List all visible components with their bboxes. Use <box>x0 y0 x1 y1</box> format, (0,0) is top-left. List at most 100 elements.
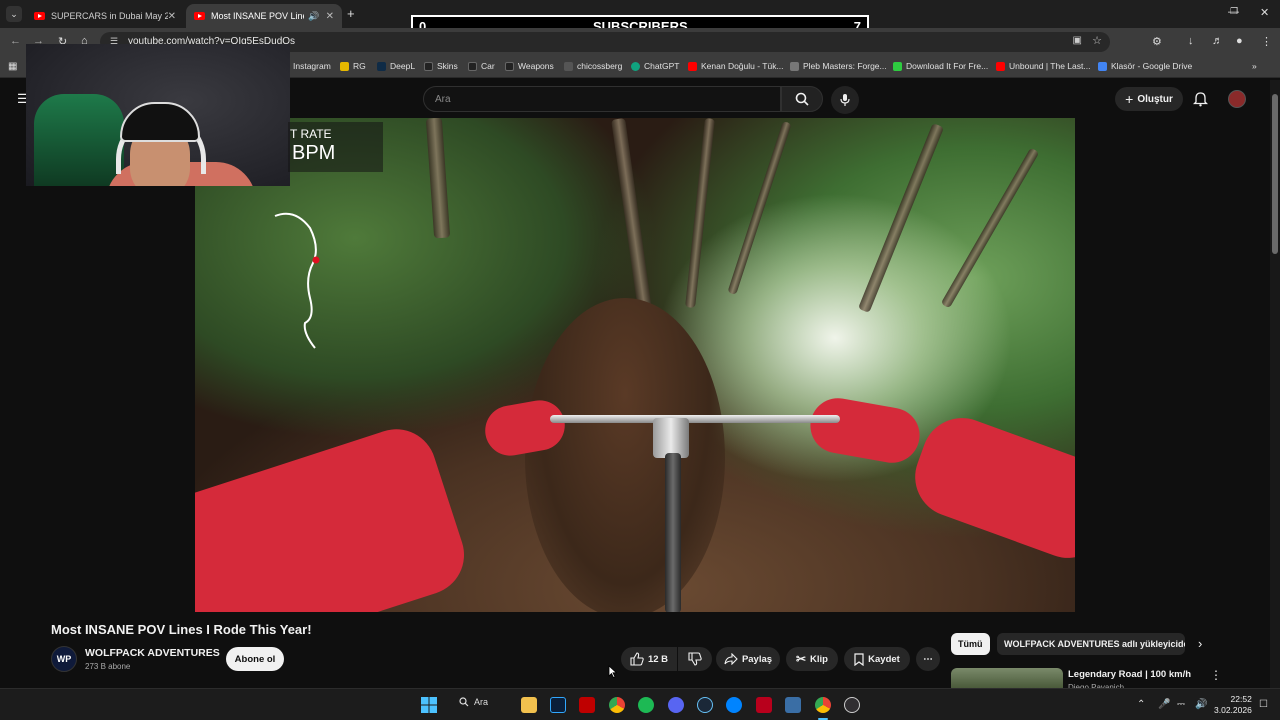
scissors-icon: ✂ <box>795 652 807 666</box>
bookmark-chatgpt[interactable]: ChatGPT <box>631 61 679 71</box>
messenger-icon[interactable] <box>726 697 742 713</box>
channel-avatar[interactable]: WP <box>51 646 77 672</box>
share-icon <box>724 653 738 665</box>
bookmark-star-icon[interactable]: ☆ <box>1092 34 1102 47</box>
bookmark-download-it[interactable]: Download It For Fre... <box>893 61 988 71</box>
bookmark-label: Weapons <box>518 61 554 71</box>
install-app-icon[interactable]: ▣ <box>1073 35 1082 46</box>
search-button[interactable] <box>781 86 823 112</box>
microphone-tray-icon[interactable]: 🎤 <box>1158 699 1170 710</box>
back-icon[interactable]: ← <box>10 35 21 47</box>
folder-icon <box>468 61 477 71</box>
bookmark-label: Car <box>481 61 495 71</box>
search-icon <box>795 92 809 106</box>
chevron-right-icon[interactable]: › <box>1198 636 1202 651</box>
rg-icon <box>340 61 349 71</box>
bookmark-chicossberg[interactable]: chicossberg <box>564 61 622 71</box>
profile-icon[interactable]: ● <box>1236 35 1243 47</box>
volume-icon[interactable]: 🔊 <box>1195 699 1207 710</box>
thumbs-up-icon <box>630 652 644 666</box>
app-icon-gear[interactable] <box>785 697 801 713</box>
bookmark-kenan-dogulu[interactable]: Kenan Doğulu - Tük... <box>688 61 784 71</box>
more-actions-button[interactable]: ⋯ <box>916 647 940 671</box>
apps-grid-icon[interactable]: ▦ <box>8 61 17 72</box>
heart-rate-label: T RATE <box>290 127 332 141</box>
folder-icon <box>505 61 514 71</box>
tab-supercars[interactable]: SUPERCARS in Dubai May 2025 ✕ <box>26 4 184 28</box>
channel-name[interactable]: WOLFPACK ADVENTURES <box>85 647 220 659</box>
speaker-icon[interactable]: 🔊 <box>308 11 319 22</box>
tray-overflow-icon[interactable]: ⌃ <box>1137 699 1145 710</box>
chrome-active-icon[interactable] <box>815 697 831 713</box>
network-icon[interactable]: ⎓ <box>1177 699 1185 710</box>
steam-icon[interactable] <box>697 697 713 713</box>
tree-trunk <box>727 121 792 295</box>
chip-from-uploader[interactable]: WOLFPACK ADVENTURES adlı yükleyiciden <box>997 633 1185 655</box>
video-title: Most INSANE POV Lines I Rode This Year! <box>51 622 312 637</box>
notification-center-icon[interactable]: ☐ <box>1259 699 1268 710</box>
bookmark-unbound[interactable]: Unbound | The Last... <box>996 61 1090 71</box>
downloads-icon[interactable]: ↓ <box>1188 35 1194 47</box>
save-button[interactable]: Kaydet <box>844 647 910 671</box>
voice-search-button[interactable] <box>831 86 859 114</box>
bookmark-weapons[interactable]: Weapons <box>505 61 554 71</box>
bookmark-instagram[interactable]: Instagram <box>293 61 331 71</box>
account-avatar[interactable] <box>1228 90 1246 108</box>
search-input[interactable]: Ara <box>423 86 781 112</box>
bookmark-pleb-masters[interactable]: Pleb Masters: Forge... <box>790 61 887 71</box>
system-clock[interactable]: 22:52 3.02.2026 <box>1214 694 1252 716</box>
discord-icon[interactable] <box>668 697 684 713</box>
tree-trunk <box>685 118 715 309</box>
bookmark-label: Kenan Doğulu - Tük... <box>701 61 784 71</box>
share-button[interactable]: Paylaş <box>716 647 780 671</box>
new-tab-button[interactable]: + <box>347 6 355 21</box>
tab-current-video[interactable]: Most INSANE POV Lines I R 🔊 ✕ <box>186 4 342 28</box>
bookmark-label: RG <box>353 61 366 71</box>
spotify-icon[interactable] <box>638 697 654 713</box>
video-player[interactable] <box>195 118 1075 612</box>
notifications-bell-icon[interactable] <box>1193 91 1208 107</box>
scrollbar-thumb[interactable] <box>1272 94 1278 254</box>
restore-icon[interactable]: ❐ <box>1230 6 1238 17</box>
extensions-icon[interactable]: ⚙ <box>1152 35 1162 48</box>
youtube-icon <box>688 61 697 71</box>
windows-start-icon[interactable] <box>421 697 437 713</box>
page-scrollbar[interactable] <box>1270 80 1280 688</box>
bookmark-google-drive[interactable]: Klasör - Google Drive <box>1098 61 1192 71</box>
clock-date: 3.02.2026 <box>1214 705 1252 715</box>
close-tab-icon[interactable]: ✕ <box>168 11 176 22</box>
subscribe-button[interactable]: Abone ol <box>226 647 284 671</box>
recommended-thumbnail[interactable] <box>951 668 1063 688</box>
dislike-button[interactable] <box>678 647 712 671</box>
right-glove <box>806 393 924 468</box>
taskbar-search[interactable]: Ara <box>459 697 488 707</box>
windows-taskbar: Ara ⌃ 🎤 ⎓ 🔊 22:52 3.02.2026 ☐ <box>0 688 1280 720</box>
obs-icon[interactable] <box>844 697 860 713</box>
recommended-title[interactable]: Legendary Road | 100 km/h <box>1068 669 1191 680</box>
bookmark-rg[interactable]: RG <box>340 61 366 71</box>
bookmark-skins[interactable]: Skins <box>424 61 458 71</box>
create-button[interactable]: + Oluştur <box>1115 87 1183 111</box>
file-explorer-icon[interactable] <box>521 697 537 713</box>
bookmark-car[interactable]: Car <box>468 61 495 71</box>
bookmark-label: Skins <box>437 61 458 71</box>
filezilla-icon[interactable] <box>579 697 595 713</box>
photoshop-icon[interactable] <box>550 697 566 713</box>
tab-list-button[interactable]: ⌄ <box>6 6 22 22</box>
media-controls-icon[interactable]: ♬ <box>1212 35 1223 47</box>
close-window-icon[interactable]: ✕ <box>1260 6 1269 19</box>
close-tab-icon[interactable]: ✕ <box>326 11 334 22</box>
recommended-menu-icon[interactable]: ⋮ <box>1210 668 1222 682</box>
app-icon-red[interactable] <box>756 697 772 713</box>
taskbar-search-label: Ara <box>474 697 489 707</box>
bookmark-label: Download It For Fre... <box>906 61 989 71</box>
more-bookmarks-icon[interactable]: » <box>1252 61 1257 71</box>
search-icon <box>459 697 469 707</box>
like-button[interactable]: 12 B <box>621 647 677 671</box>
youtube-icon <box>996 61 1005 71</box>
clip-button[interactable]: ✂ Klip <box>786 647 838 671</box>
bookmark-deepl[interactable]: DeepL <box>377 61 415 71</box>
chip-all[interactable]: Tümü <box>951 633 990 655</box>
chrome-icon[interactable] <box>609 697 625 713</box>
browser-menu-icon[interactable]: ⋮ <box>1261 35 1272 48</box>
